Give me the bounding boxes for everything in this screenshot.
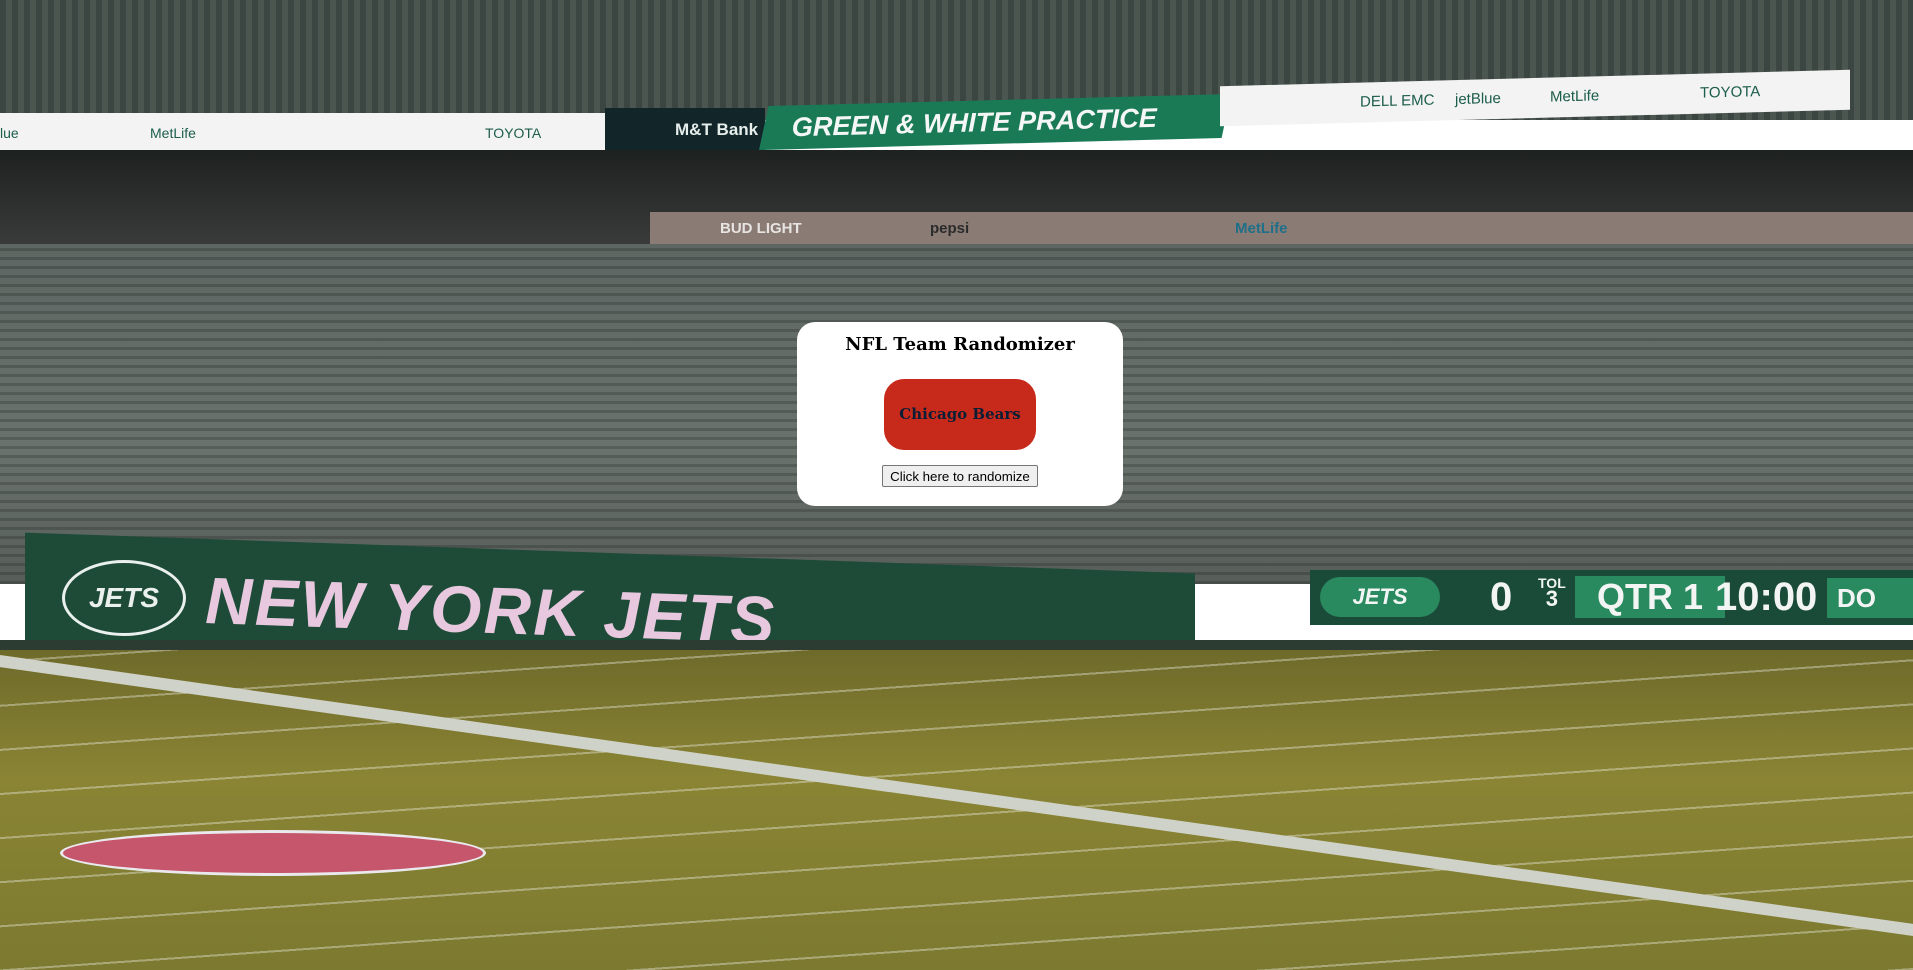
scoreboard-logo: JETS <box>1320 577 1440 617</box>
ribbon-ad: jetBlue <box>1455 89 1501 109</box>
ribbon-board-left: lue MetLife TOYOTA <box>0 113 605 153</box>
ribbon-ad: MetLife <box>150 125 196 141</box>
scoreboard-tail: DO <box>1827 578 1913 618</box>
ribbon-ad: MetLife <box>1550 87 1600 106</box>
scoreboard-score: 0 <box>1490 575 1513 619</box>
facade-ad: MetLife <box>1235 220 1288 237</box>
scoreboard-clock: 10:00 <box>1715 575 1818 619</box>
ribbon-ad: TOYOTA <box>1700 83 1761 102</box>
scoreboard-quarter: QTR 1 <box>1575 576 1725 618</box>
facade-ad: BUD LIGHT <box>720 220 802 237</box>
facade-ads: BUD LIGHT pepsi MetLife <box>650 212 1913 244</box>
team-result: Chicago Bears <box>884 379 1036 450</box>
ribbon-ad: TOYOTA <box>485 125 542 141</box>
banner-sponsor: M&T Bank <box>605 108 765 150</box>
randomize-button[interactable]: Click here to randomize <box>882 465 1038 487</box>
banner-sponsor-text: M&T Bank <box>675 120 759 139</box>
facade-ad: pepsi <box>930 220 970 237</box>
nfl-shield-logo <box>60 830 486 876</box>
jets-logo: JETS <box>62 560 186 636</box>
ribbon-ad: lue <box>0 125 19 141</box>
banner-practice-text: GREEN & WHITE PRACTICE <box>791 102 1157 143</box>
scoreboard-timeouts: TOL 3 <box>1538 576 1566 611</box>
timeouts-value: 3 <box>1545 586 1558 611</box>
scoreboard: JETS 0 TOL 3 QTR 1 10:00 DO <box>1310 570 1913 625</box>
ribbon-ad: DELL EMC <box>1360 91 1435 111</box>
randomizer-card: NFL Team Randomizer Chicago Bears Click … <box>797 322 1123 506</box>
page-title: NFL Team Randomizer <box>845 334 1075 355</box>
